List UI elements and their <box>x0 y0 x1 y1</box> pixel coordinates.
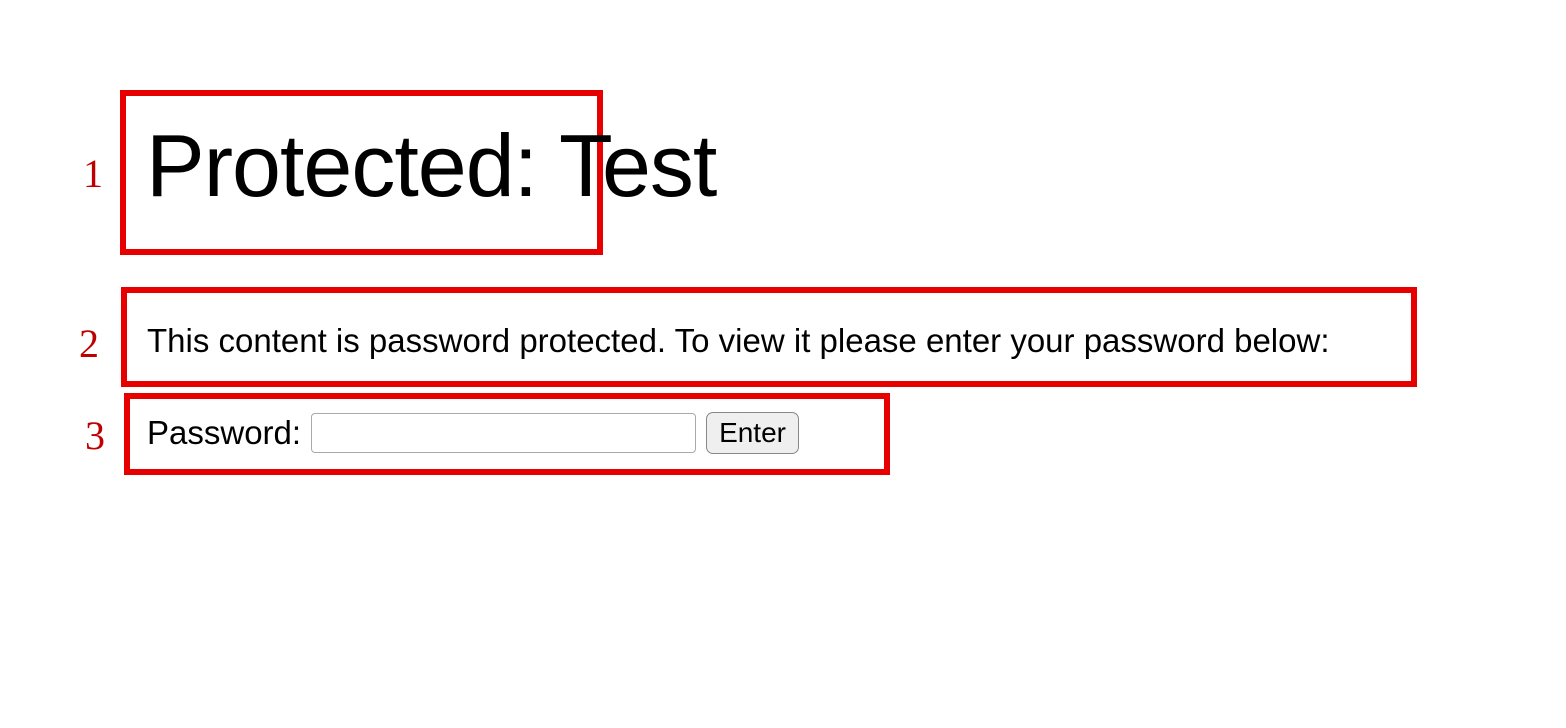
enter-button[interactable]: Enter <box>706 412 799 454</box>
password-input[interactable] <box>311 413 696 453</box>
password-form: Password: Enter <box>147 412 799 454</box>
annotation-marker-3: 3 <box>85 412 105 459</box>
annotation-marker-1: 1 <box>83 150 103 197</box>
annotation-marker-2: 2 <box>79 320 99 367</box>
page-title: Protected: Test <box>146 115 716 217</box>
protected-description: This content is password protected. To v… <box>147 322 1330 360</box>
password-label: Password: <box>147 414 301 452</box>
